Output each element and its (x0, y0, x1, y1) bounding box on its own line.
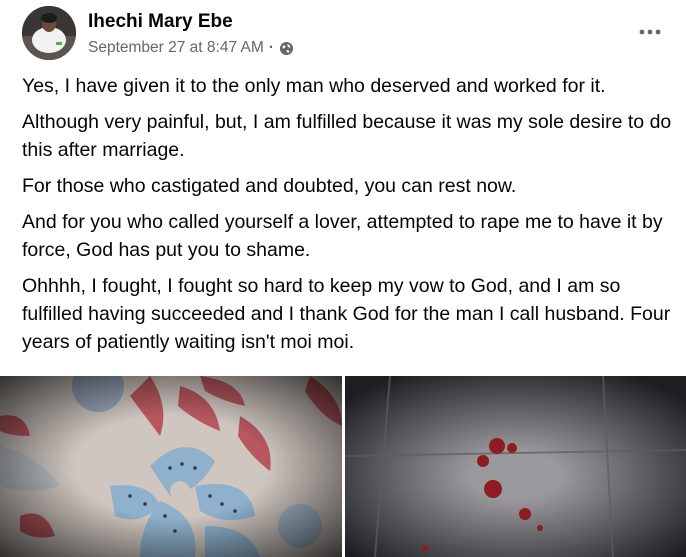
floral-bedsheet-photo[interactable] (0, 376, 342, 557)
meta-separator: · (268, 39, 274, 56)
tiled-floor-photo[interactable] (345, 376, 686, 557)
author-name[interactable]: Ihechi Mary Ebe (88, 11, 233, 33)
post-header: Ihechi Mary Ebe September 27 at 8:47 AM … (16, 6, 670, 60)
post-paragraph: Although very painful, but, I am fulfill… (22, 111, 672, 161)
post-paragraph: And for you who called yourself a lover,… (22, 211, 663, 261)
post-meta: September 27 at 8:47 AM · (88, 39, 294, 57)
post-paragraph: Ohhhh, I fought, I fought so hard to kee… (22, 275, 671, 353)
photo-grid (0, 376, 686, 557)
facebook-post: Ihechi Mary Ebe September 27 at 8:47 AM … (0, 0, 686, 557)
post-paragraph: For those who castigated and doubted, yo… (22, 175, 517, 197)
post-timestamp[interactable]: September 27 at 8:47 AM (88, 39, 264, 57)
more-options-icon[interactable] (632, 14, 668, 50)
post-paragraph: Yes, I have given it to the only man who… (22, 75, 606, 97)
post-body: Yes, I have given it to the only man who… (22, 72, 672, 364)
author-avatar[interactable] (22, 6, 76, 60)
globe-icon[interactable] (279, 41, 294, 56)
